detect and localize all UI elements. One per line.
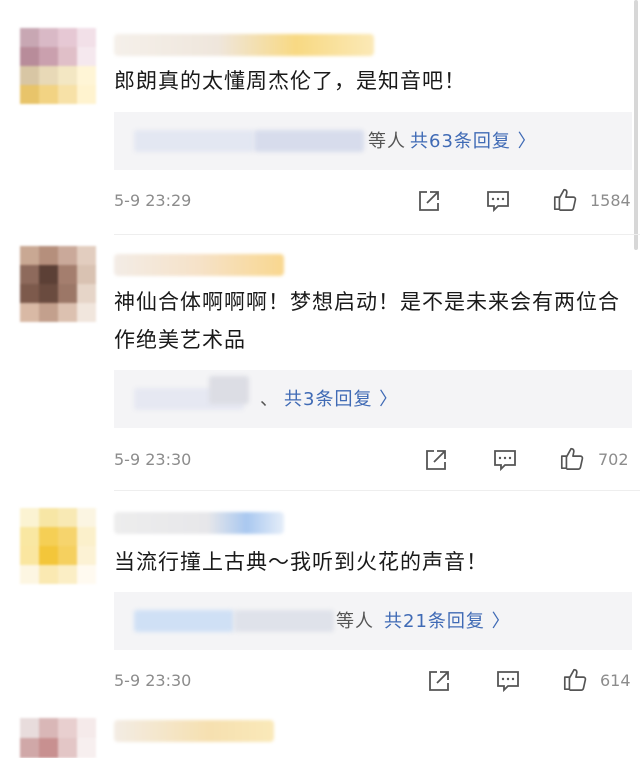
comment-text: 当流行撞上古典～我听到火花的声音！ [114, 550, 488, 574]
reply-count-link[interactable]: 共21条回复 〉 [384, 607, 511, 633]
like-count: 702 [598, 450, 629, 469]
like-icon[interactable] [552, 186, 580, 214]
username[interactable] [114, 720, 274, 742]
share-icon[interactable] [426, 668, 452, 694]
share-icon[interactable] [416, 188, 442, 214]
reply-user-names [254, 130, 364, 152]
avatar[interactable] [20, 718, 96, 758]
username[interactable] [114, 254, 284, 276]
username[interactable] [114, 512, 284, 534]
reply-summary[interactable]: 等人 共21条回复 〉 [114, 592, 632, 650]
like-icon[interactable] [562, 666, 590, 694]
reply-user-names [134, 130, 254, 152]
comment-icon[interactable] [492, 447, 518, 473]
like-count: 1584 [590, 191, 631, 210]
reply-user-names [234, 610, 334, 632]
reply-summary[interactable]: 等人 共63条回复 〉 [114, 112, 632, 170]
reply-user-names [209, 376, 249, 404]
avatar[interactable] [20, 246, 96, 322]
scrollbar[interactable] [634, 0, 638, 250]
like-icon[interactable] [559, 445, 587, 473]
reply-count-link[interactable]: 共63条回复 〉 [410, 127, 537, 153]
comment-icon[interactable] [495, 668, 521, 694]
avatar[interactable] [20, 508, 96, 584]
reply-summary[interactable]: 、 共3条回复 〉 [114, 370, 632, 428]
divider [114, 234, 640, 235]
timestamp: 5-9 23:30 [114, 671, 192, 690]
reply-user-names [134, 610, 234, 632]
share-icon[interactable] [423, 447, 449, 473]
comment-text: 神仙合体啊啊啊！梦想启动！是不是未来会有两位合作绝美艺术品 [114, 290, 620, 352]
comment-text: 郎朗真的太懂周杰伦了，是知音吧！ [114, 69, 466, 93]
comment-icon[interactable] [485, 188, 511, 214]
like-count: 614 [600, 671, 631, 690]
reply-prefix: 、 [260, 389, 279, 410]
timestamp: 5-9 23:30 [114, 450, 192, 469]
divider [114, 490, 640, 491]
reply-count-link[interactable]: 共3条回复 〉 [284, 385, 398, 411]
reply-prefix: 等人 [368, 131, 406, 152]
username[interactable] [114, 34, 374, 56]
reply-prefix: 等人 [336, 611, 374, 632]
timestamp: 5-9 23:29 [114, 191, 192, 210]
avatar[interactable] [20, 28, 96, 104]
